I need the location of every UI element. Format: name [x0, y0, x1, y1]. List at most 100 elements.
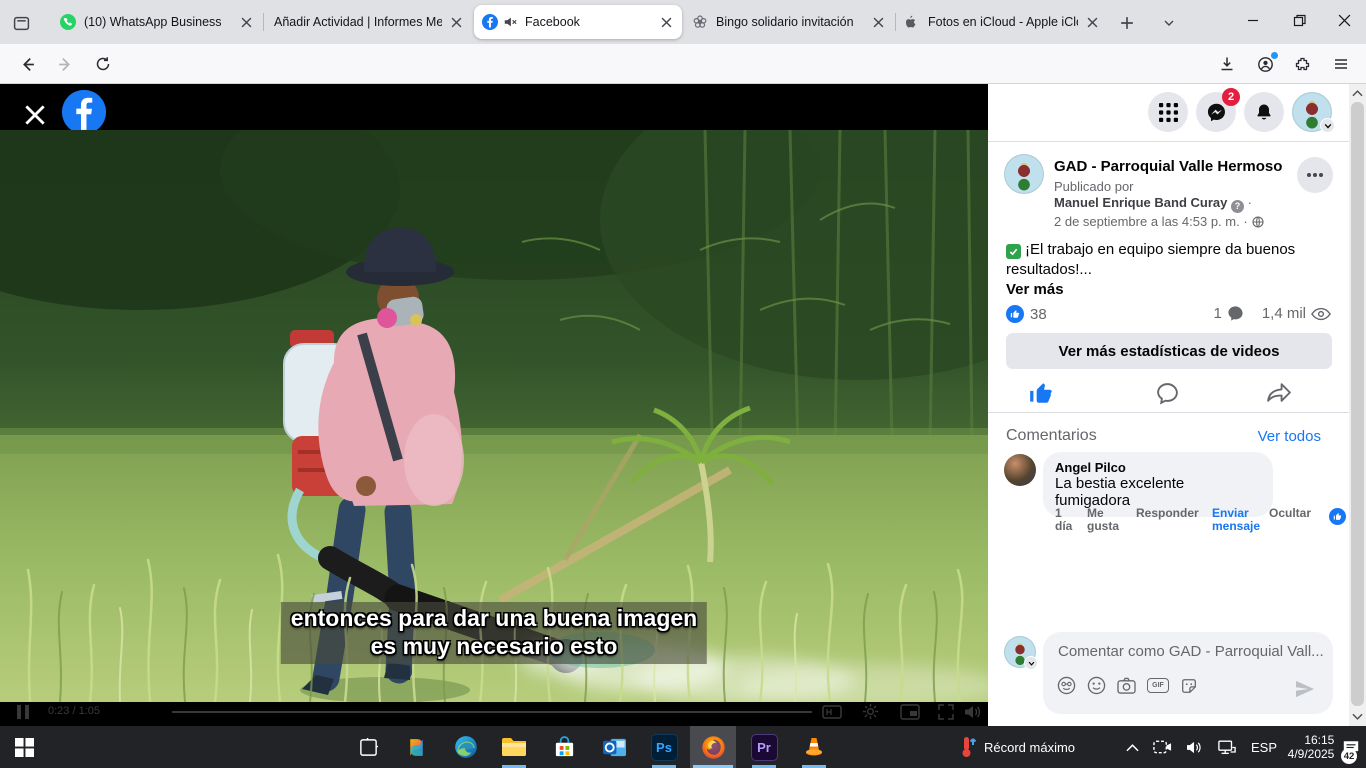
vlc-button[interactable] — [792, 726, 836, 768]
volume-icon[interactable] — [964, 704, 982, 720]
like-action-button[interactable] — [1028, 380, 1054, 411]
video-progress-bar[interactable] — [172, 711, 812, 713]
like-count-row[interactable]: 38 — [1006, 305, 1047, 323]
store-button[interactable] — [542, 726, 586, 768]
tab-close-icon[interactable] — [1084, 14, 1100, 30]
commenter-avatar[interactable] — [1004, 454, 1036, 486]
extensions-icon[interactable] — [1288, 50, 1318, 78]
avatar-sticker-icon[interactable] — [1057, 676, 1076, 695]
video-close-icon[interactable] — [22, 102, 48, 128]
comment-view-counts[interactable]: 1 1,4 mil — [1213, 305, 1331, 322]
comment-time[interactable]: 1 día — [1055, 507, 1073, 533]
outlook-button[interactable] — [592, 726, 636, 768]
task-view-button[interactable] — [346, 726, 390, 768]
comment-like-link[interactable]: Me gusta — [1087, 507, 1121, 533]
tab-icloud[interactable]: Fotos en iCloud - Apple iClou — [896, 5, 1108, 39]
back-button[interactable] — [12, 50, 42, 78]
share-arrow-icon — [1266, 380, 1293, 405]
apps-grid-button[interactable] — [1148, 92, 1188, 132]
scroll-down-icon[interactable] — [1352, 713, 1363, 721]
weather-status[interactable]: Récord máximo — [984, 726, 1104, 768]
messenger-button[interactable]: 2 — [1196, 92, 1236, 132]
page-avatar[interactable] — [1004, 154, 1044, 194]
meet-now-icon[interactable] — [1148, 726, 1176, 768]
composer-avatar-chevron-icon[interactable] — [1024, 656, 1038, 670]
photoshop-icon: Ps — [656, 740, 672, 755]
tab-informes[interactable]: Añadir Actividad | Informes Mens — [264, 5, 472, 39]
like-thumb-icon — [1028, 380, 1054, 406]
tab-manager-icon[interactable] — [8, 10, 34, 36]
comment-composer[interactable]: Comentar como GAD - Parroquial Vall... G… — [1043, 632, 1333, 714]
window-close-button[interactable] — [1322, 0, 1366, 40]
commenter-name[interactable]: Angel Pilco — [1055, 460, 1261, 475]
tab-close-icon[interactable] — [448, 14, 464, 30]
comment-send-message-link[interactable]: Enviar mensaje — [1212, 507, 1262, 533]
author-link[interactable]: Manuel Enrique Band Curay — [1054, 195, 1227, 210]
page-scrollbar[interactable] — [1349, 84, 1366, 726]
downloads-icon[interactable] — [1212, 50, 1242, 78]
photoshop-button[interactable]: Ps — [642, 726, 686, 768]
tab-title: (10) WhatsApp Business — [84, 15, 232, 29]
language-indicator[interactable]: ESP — [1246, 726, 1282, 768]
premiere-button[interactable]: Pr — [742, 726, 786, 768]
see-all-comments-link[interactable]: Ver todos — [1258, 428, 1321, 445]
send-comment-icon[interactable] — [1295, 680, 1315, 698]
hd-quality-icon[interactable] — [822, 704, 842, 720]
menu-hamburger-icon[interactable] — [1326, 50, 1356, 78]
video-player[interactable]: entonces para dar una buena imagen es mu… — [0, 84, 988, 726]
settings-gear-icon[interactable] — [862, 703, 879, 720]
notifications-button[interactable] — [1244, 92, 1284, 132]
video-stats-button[interactable]: Ver más estadísticas de videos — [1006, 333, 1332, 369]
see-more-link[interactable]: Ver más — [1006, 281, 1064, 298]
scrollbar-thumb[interactable] — [1351, 102, 1364, 706]
comment-action-button[interactable] — [1155, 381, 1180, 411]
tab-bingo[interactable]: Bingo solidario invitación — [684, 5, 894, 39]
file-explorer-button[interactable] — [492, 726, 536, 768]
share-action-button[interactable] — [1266, 380, 1293, 410]
comment-reply-link[interactable]: Responder — [1136, 507, 1199, 520]
window-minimize-button[interactable] — [1231, 0, 1275, 40]
copilot-button[interactable] — [394, 726, 438, 768]
tab-whatsapp[interactable]: (10) WhatsApp Business — [52, 5, 262, 39]
window-restore-button[interactable] — [1277, 0, 1321, 40]
fullscreen-icon[interactable] — [938, 704, 954, 720]
action-center-button[interactable]: 42 — [1336, 726, 1366, 768]
comment-like-badge-icon[interactable] — [1329, 508, 1346, 525]
composer-placeholder[interactable]: Comentar como GAD - Parroquial Vall... — [1058, 643, 1324, 660]
camera-icon[interactable] — [1117, 677, 1136, 694]
account-notify-dot — [1271, 52, 1278, 59]
page-name-link[interactable]: GAD - Parroquial Valle Hermoso — [1054, 158, 1282, 175]
apple-icon — [904, 14, 920, 30]
edge-button[interactable] — [444, 726, 488, 768]
reload-button[interactable] — [88, 50, 118, 78]
facebook-logo[interactable] — [62, 90, 106, 134]
profile-chevron-icon[interactable] — [1320, 118, 1335, 133]
new-tab-button[interactable] — [1114, 10, 1140, 36]
pause-icon[interactable] — [16, 704, 30, 720]
emoji-icon[interactable] — [1087, 676, 1106, 695]
gif-icon[interactable]: GIF — [1147, 678, 1169, 693]
tab-close-icon[interactable] — [870, 14, 886, 30]
tab-facebook-active[interactable]: Facebook — [474, 5, 682, 39]
video-subtitles: entonces para dar una buena imagen es mu… — [281, 602, 707, 664]
tab-list-chevron-icon[interactable] — [1156, 10, 1182, 36]
tab-mute-icon[interactable] — [503, 15, 517, 29]
weather-thermometer-icon[interactable] — [956, 726, 982, 768]
firefox-button-active[interactable] — [690, 726, 736, 768]
pip-icon[interactable] — [900, 704, 920, 720]
volume-tray-icon[interactable] — [1180, 726, 1208, 768]
post-timestamp[interactable]: 2 de septiembre a las 4:53 p. m. · — [1054, 214, 1248, 229]
tab-close-icon[interactable] — [658, 14, 674, 30]
account-icon[interactable] — [1250, 50, 1280, 78]
clock[interactable]: 16:15 4/9/2025 — [1284, 726, 1338, 768]
scroll-up-icon[interactable] — [1352, 89, 1363, 97]
tray-expand-chevron-icon[interactable] — [1120, 726, 1144, 768]
tab-close-icon[interactable] — [238, 14, 254, 30]
view-count: 1,4 mil — [1262, 305, 1306, 322]
comment-hide-link[interactable]: Ocultar — [1269, 507, 1311, 520]
post-more-button[interactable] — [1297, 157, 1333, 193]
sticker-icon[interactable] — [1180, 677, 1198, 695]
network-icon[interactable] — [1212, 726, 1242, 768]
forward-button[interactable] — [50, 50, 80, 78]
start-button[interactable] — [0, 726, 48, 768]
